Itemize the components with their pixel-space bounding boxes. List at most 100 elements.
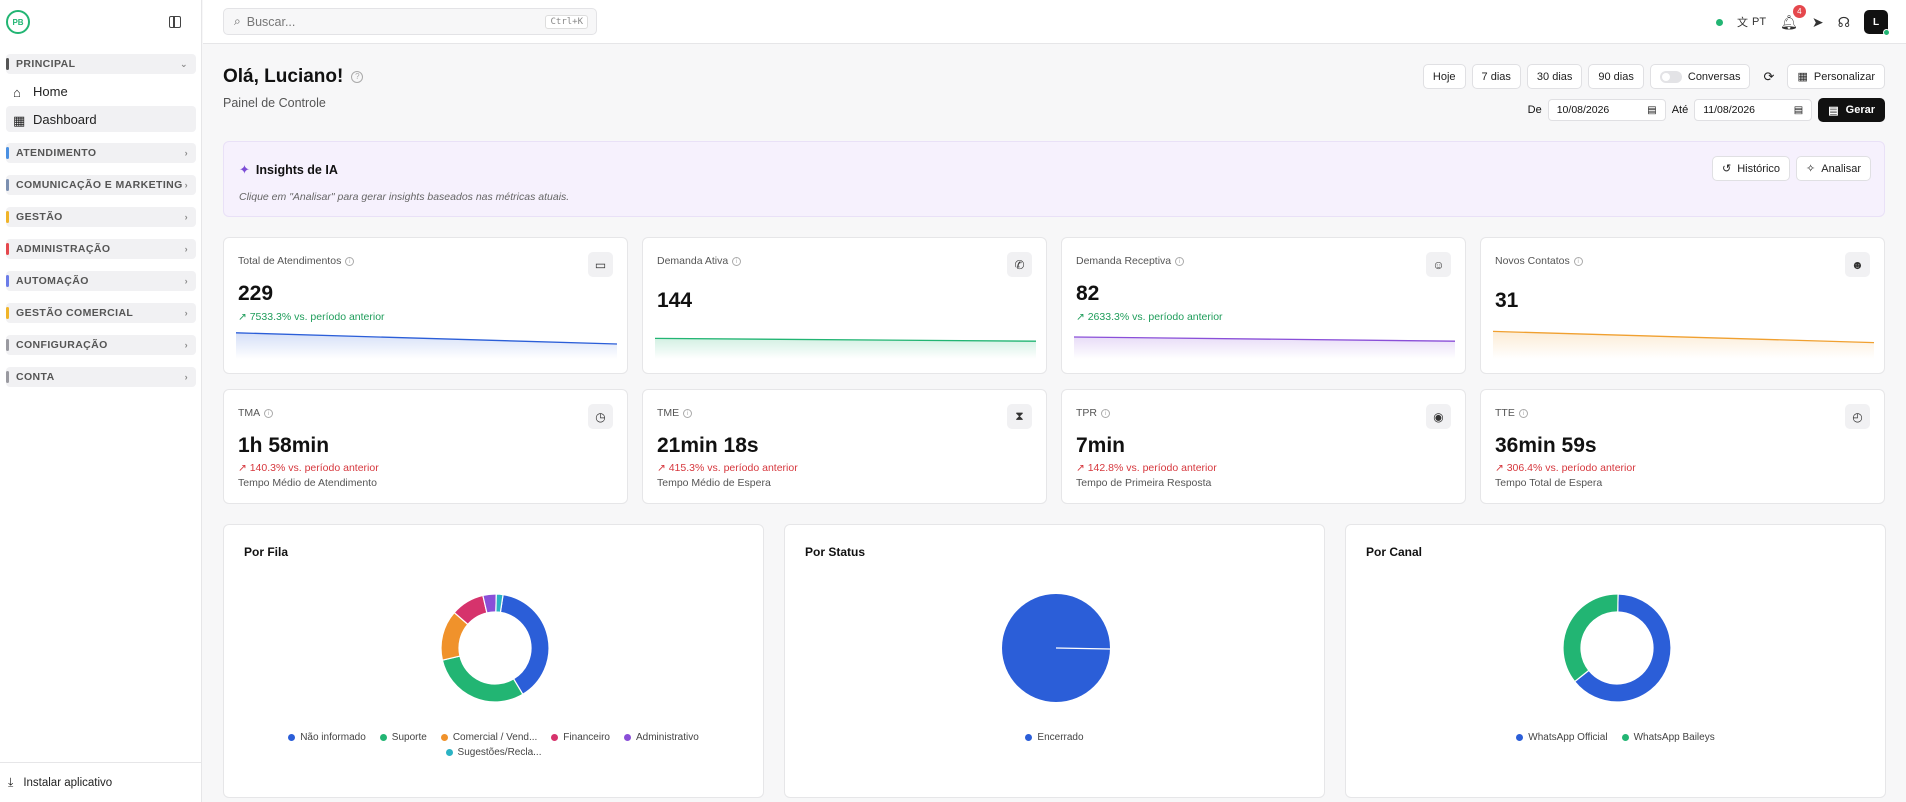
legend-item[interactable]: Encerrado — [1025, 732, 1084, 743]
info-icon[interactable]: i — [1175, 256, 1185, 266]
kpi-value: 31 — [1495, 289, 1519, 312]
info-icon[interactable]: i — [345, 256, 355, 266]
trend-up-icon: ↗ — [1076, 311, 1088, 323]
translate-icon: 文 — [1736, 17, 1748, 29]
sidebar-item-0[interactable]: ⌂ Home — [6, 78, 196, 104]
sidebar-section-0[interactable]: PRINCIPAL ⌄ — [6, 54, 196, 74]
range-30d-button[interactable]: 30 dias — [1526, 64, 1583, 89]
kpi-value: 229 — [238, 282, 274, 305]
info-icon[interactable]: i — [1518, 408, 1528, 418]
sidebar-section-1[interactable]: ATENDIMENTO › — [6, 143, 196, 163]
legend-item[interactable]: Suporte — [379, 732, 427, 743]
language-label: PT — [1751, 16, 1767, 28]
sidebar-section-6[interactable]: GESTÃO COMERCIAL › — [6, 303, 196, 323]
sidebar-collapse-icon[interactable] — [169, 16, 181, 28]
online-indicator — [1883, 29, 1890, 36]
info-icon[interactable]: i — [1101, 408, 1110, 418]
kpi-label: TME i — [657, 407, 693, 419]
sidebar-section-7[interactable]: CONFIGURAÇÃO › — [6, 335, 196, 355]
legend-item[interactable]: Sugestões/Recla... — [445, 747, 541, 758]
kpi-delta: ↗ 2633.3% vs. período anterior — [1076, 311, 1223, 323]
sidebar-section-label: GESTÃO — [16, 211, 63, 223]
kpi-delta: ↗ 7533.3% vs. período anterior — [238, 311, 385, 323]
kpi-card: TME i ⧗ 21min 18s ↗ 415.3% vs. período an… — [642, 389, 1047, 504]
kpi-label: Total de Atendimentos i — [238, 255, 355, 267]
send-icon[interactable]: ➤ — [1812, 14, 1824, 31]
chevron-right-icon: › — [184, 372, 188, 382]
pie-chart — [439, 593, 550, 703]
legend-item[interactable]: WhatsApp Baileys — [1621, 732, 1715, 743]
to-date-input[interactable]: 11/08/2026 ▤ — [1694, 99, 1813, 121]
kpi-description: Tempo Médio de Atendimento — [238, 477, 377, 489]
calendar-icon: ▤ — [1793, 104, 1804, 116]
pie-slice-whatsapp-baileys[interactable] — [1561, 593, 1619, 683]
legend-item[interactable]: Financeiro — [551, 732, 610, 743]
legend-item[interactable]: WhatsApp Official — [1516, 732, 1608, 743]
kpi-label: TTE i — [1495, 407, 1528, 419]
legend-swatch — [379, 734, 387, 741]
refresh-icon[interactable]: ⟳ — [1756, 64, 1781, 89]
sidebar-section-5[interactable]: AUTOMAÇÃO › — [6, 271, 196, 291]
legend-swatch — [551, 734, 559, 741]
sidebar-section-2[interactable]: COMUNICAÇÃO E MARKETING › — [6, 175, 196, 195]
greeting-text: Olá, Luciano! — [223, 66, 344, 87]
logo[interactable]: PB — [6, 10, 30, 34]
range-7d-button[interactable]: 7 dias — [1471, 64, 1521, 89]
install-app-button[interactable]: ⤓ Instalar aplicativo — [0, 762, 202, 802]
gerar-button[interactable]: ▤ Gerar — [1818, 98, 1885, 122]
kpi-delta-text: 7533.3% vs. período anterior — [249, 311, 385, 323]
kpi-label-text: TMA — [238, 407, 261, 419]
legend-swatch — [1025, 734, 1033, 741]
kpi-delta-text: 142.8% vs. período anterior — [1087, 462, 1217, 474]
sidebar-section-4[interactable]: ADMINISTRAÇÃO › — [6, 239, 196, 259]
trend-up-icon: ↗ — [238, 311, 250, 323]
range-today-button[interactable]: Hoje — [1422, 64, 1466, 89]
to-label: Até — [1671, 104, 1689, 116]
from-date-input[interactable]: 10/08/2026 ▤ — [1547, 99, 1666, 121]
info-icon[interactable]: i — [264, 408, 274, 418]
calendar-icon: ▤ — [1647, 104, 1657, 116]
historico-label: Histórico — [1737, 162, 1781, 175]
legend-swatch — [1621, 734, 1629, 741]
kpi-value: 21min 18s — [657, 434, 759, 457]
legend-swatch — [288, 734, 296, 741]
language-selector[interactable]: 文 PT — [1737, 14, 1766, 30]
help-icon[interactable]: ? — [351, 70, 364, 83]
section-color-bar — [6, 371, 9, 383]
notifications-button[interactable]: 🔔︎ 4 — [1780, 4, 1806, 31]
historico-button[interactable]: ↺ Histórico — [1712, 156, 1791, 181]
kpi-card: Demanda Ativa i ✆ 144 — [642, 237, 1047, 374]
personalizar-button[interactable]: ▦ Personalizar — [1787, 64, 1885, 89]
sidebar-section-3[interactable]: GESTÃO › — [6, 207, 196, 227]
analisar-button[interactable]: ✧ Analisar — [1796, 156, 1871, 181]
kpi-value: 36min 59s — [1495, 434, 1597, 457]
kpi-delta: ↗ 142.8% vs. período anterior — [1076, 462, 1217, 474]
legend-item[interactable]: Administrativo — [624, 732, 699, 743]
kpi-label-text: Demanda Ativa — [657, 255, 729, 267]
info-icon[interactable]: i — [732, 256, 742, 266]
search-input[interactable]: ⌕ Buscar... Ctrl+K — [223, 8, 597, 35]
pie-slice-suporte[interactable] — [441, 655, 524, 703]
legend-item[interactable]: Comercial / Vend... — [440, 732, 537, 743]
range-90d-button[interactable]: 90 dias — [1588, 64, 1644, 89]
avatar[interactable]: L — [1864, 10, 1890, 36]
sidebar-section-label: ATENDIMENTO — [16, 147, 97, 159]
section-color-bar — [6, 243, 9, 255]
chevron-right-icon: › — [184, 276, 188, 286]
legend-swatch — [624, 734, 631, 741]
kpi-delta-text: 415.3% vs. período anterior — [668, 462, 798, 474]
ai-insights-description: Clique em "Analisar" para gerar insights… — [239, 191, 570, 203]
sidebar-item-1[interactable]: ▦ Dashboard — [6, 106, 196, 132]
info-icon[interactable]: i — [683, 408, 693, 418]
pie-slice-n-o-informado[interactable] — [499, 593, 550, 696]
gerar-label: Gerar — [1845, 104, 1875, 116]
conversas-toggle[interactable]: Conversas — [1649, 64, 1751, 89]
kpi-label-text: TPR — [1076, 407, 1097, 419]
hourglass-icon: ⧗ — [1007, 404, 1032, 429]
info-icon[interactable]: i — [1573, 256, 1583, 266]
headset-icon[interactable]: ☊ — [1838, 14, 1850, 31]
legend-item[interactable]: Não informado — [288, 732, 366, 743]
users-icon: ☻ — [1845, 252, 1870, 277]
search-placeholder: Buscar... — [246, 14, 296, 29]
sidebar-section-8[interactable]: CONTA › — [6, 367, 196, 387]
